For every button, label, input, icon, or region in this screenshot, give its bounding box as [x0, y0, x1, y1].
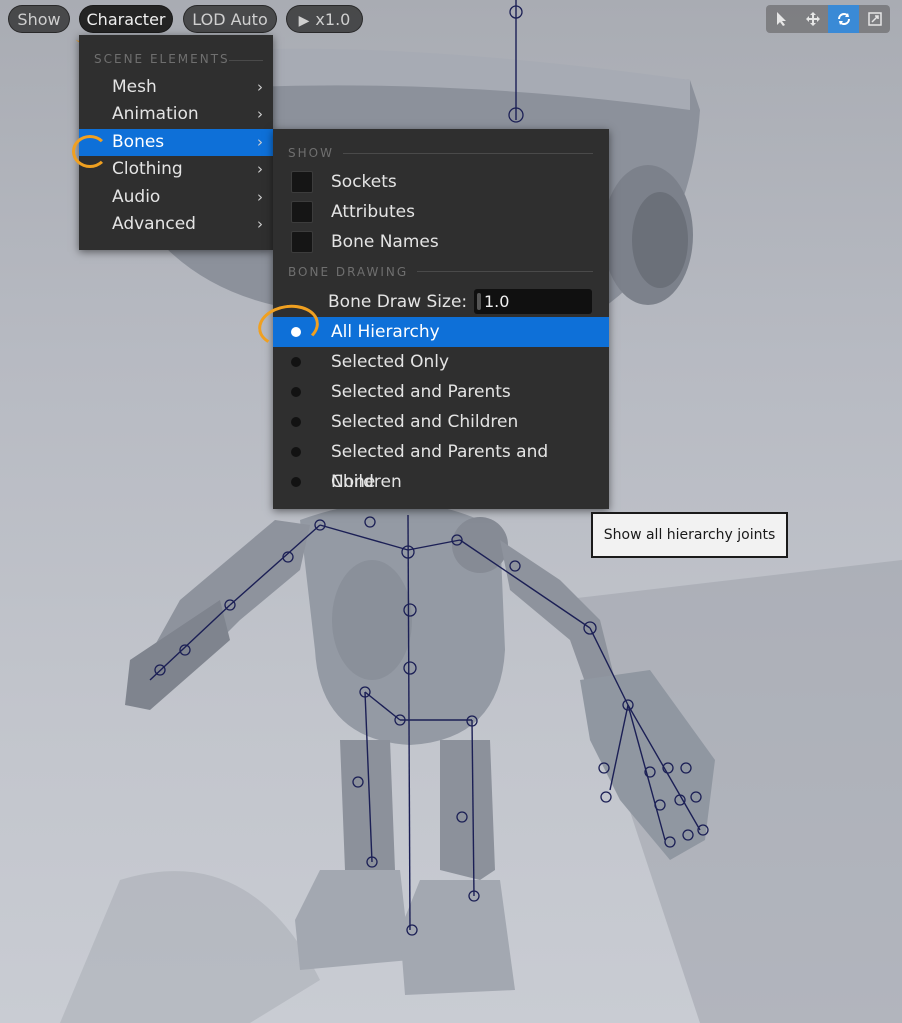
drag-handle-icon[interactable] [477, 293, 481, 310]
playback-speed-button[interactable]: ▶ x1.0 [286, 5, 363, 33]
menu-item-advanced[interactable]: Advanced › [79, 211, 273, 238]
menu-item-label: Animation [112, 104, 199, 124]
bones-submenu: SHOW Sockets Attributes Bone Names BONE … [273, 129, 609, 509]
chevron-right-icon: › [257, 105, 263, 123]
menu-item-label: Mesh [112, 77, 157, 97]
menu-item-label: Audio [112, 187, 161, 207]
bone-draw-size-row: Bone Draw Size: 1.0 [273, 287, 609, 317]
divider [343, 153, 593, 154]
checkbox-row-bone-names[interactable]: Bone Names [273, 227, 609, 257]
bone-draw-size-label: Bone Draw Size: [328, 292, 468, 312]
checkbox-row-attributes[interactable]: Attributes [273, 197, 609, 227]
radio-all-hierarchy[interactable]: All Hierarchy [273, 317, 609, 347]
radio-label: Selected and Parents [331, 382, 511, 402]
checkbox-label: Bone Names [331, 232, 439, 252]
menu-item-audio[interactable]: Audio › [79, 184, 273, 211]
menu-item-label: Advanced [112, 214, 196, 234]
attributes-checkbox[interactable] [291, 201, 313, 223]
annotation-circle-bones [72, 135, 108, 168]
select-arrow-icon[interactable] [766, 5, 797, 33]
chevron-right-icon: › [257, 215, 263, 233]
menu-item-animation[interactable]: Animation › [79, 101, 273, 128]
bone-draw-size-value: 1.0 [484, 292, 510, 311]
radio-dot-icon [291, 447, 301, 457]
checkbox-label: Sockets [331, 172, 397, 192]
radio-selected-and-children[interactable]: Selected and Children [273, 407, 609, 437]
play-icon: ▶ [298, 13, 310, 29]
menu-item-clothing[interactable]: Clothing › [79, 156, 273, 183]
scale-icon[interactable] [859, 5, 890, 33]
menu-item-bones[interactable]: Bones › [79, 129, 273, 156]
menu-item-label: Clothing [112, 159, 183, 179]
chevron-right-icon: › [257, 78, 263, 96]
chevron-right-icon: › [257, 188, 263, 206]
checkbox-row-sockets[interactable]: Sockets [273, 167, 609, 197]
menu-item-mesh[interactable]: Mesh › [79, 74, 273, 101]
character-menu: SCENE ELEMENTS Mesh › Animation › Bones … [79, 35, 273, 250]
radio-dot-icon [291, 477, 301, 487]
radio-none[interactable]: None [273, 467, 609, 497]
radio-label: All Hierarchy [331, 322, 440, 342]
radio-selected-and-parents[interactable]: Selected and Parents [273, 377, 609, 407]
section-scene-elements: SCENE ELEMENTS [94, 52, 230, 66]
section-bone-drawing: BONE DRAWING [288, 265, 409, 279]
menu-item-label: Bones [112, 132, 165, 152]
sockets-checkbox[interactable] [291, 171, 313, 193]
bone-draw-size-input[interactable]: 1.0 [474, 289, 592, 314]
speed-label: x1.0 [315, 10, 351, 29]
checkbox-label: Attributes [331, 202, 415, 222]
radio-label: None [331, 472, 376, 492]
radio-selected-parents-children[interactable]: Selected and Parents and Children [273, 437, 609, 492]
radio-selected-only[interactable]: Selected Only [273, 347, 609, 377]
character-button[interactable]: Character [79, 5, 173, 33]
divider [417, 271, 593, 272]
bone-names-checkbox[interactable] [291, 231, 313, 253]
lod-button[interactable]: LOD Auto [183, 5, 277, 33]
radio-label: Selected and Children [331, 412, 519, 432]
chevron-right-icon: › [257, 133, 263, 151]
show-button[interactable]: Show [8, 5, 70, 33]
divider [229, 60, 263, 61]
section-show: SHOW [288, 146, 334, 160]
tooltip: Show all hierarchy joints [591, 512, 788, 558]
move-icon[interactable] [797, 5, 828, 33]
rotate-icon[interactable] [828, 5, 859, 33]
radio-dot-icon [291, 357, 301, 367]
chevron-right-icon: › [257, 160, 263, 178]
radio-dot-icon [291, 417, 301, 427]
radio-label: Selected Only [331, 352, 450, 372]
viewport-tools [766, 5, 890, 33]
radio-dot-icon [291, 387, 301, 397]
